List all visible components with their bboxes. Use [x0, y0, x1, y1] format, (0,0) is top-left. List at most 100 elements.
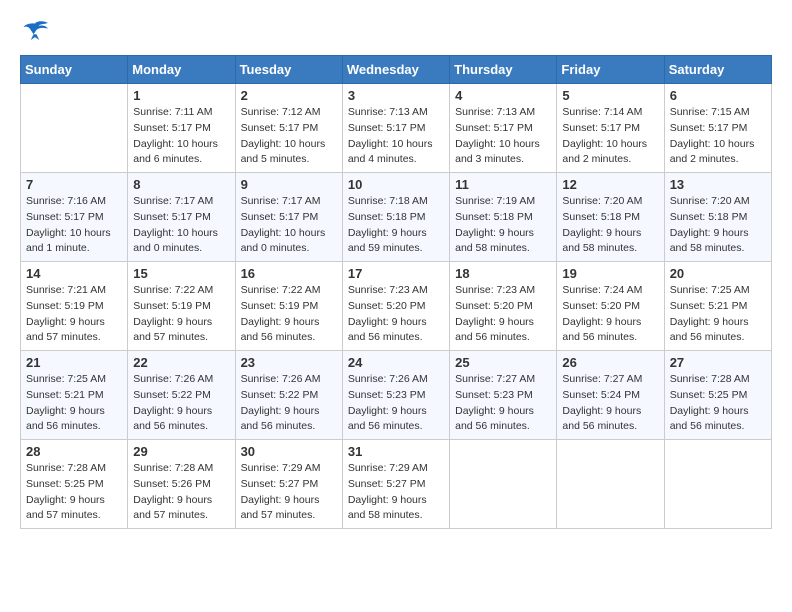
- calendar-cell: 16 Sunrise: 7:22 AMSunset: 5:19 PMDayligh…: [235, 262, 342, 351]
- day-number: 22: [133, 355, 229, 370]
- calendar-cell: 31Sunrise: 7:29 AMSunset: 5:27 PMDayligh…: [342, 440, 449, 529]
- day-of-week-header: Tuesday: [235, 56, 342, 84]
- day-number: 17: [348, 266, 444, 281]
- day-info: Sunrise: 7:26 AMSunset: 5:23 PMDaylight:…: [348, 372, 444, 435]
- calendar-cell: 9Sunrise: 7:17 AMSunset: 5:17 PMDaylight…: [235, 173, 342, 262]
- calendar-cell: 21 Sunrise: 7:25 AMSunset: 5:21 PMDayligh…: [21, 351, 128, 440]
- calendar-cell: 11 Sunrise: 7:19 AMSunset: 5:18 PMDayligh…: [450, 173, 557, 262]
- calendar-cell: 22 Sunrise: 7:26 AMSunset: 5:22 PMDayligh…: [128, 351, 235, 440]
- calendar-cell: 23 Sunrise: 7:26 AMSunset: 5:22 PMDayligh…: [235, 351, 342, 440]
- day-number: 28: [26, 444, 122, 459]
- day-number: 20: [670, 266, 766, 281]
- day-number: 30: [241, 444, 337, 459]
- calendar-cell: 1Sunrise: 7:11 AMSunset: 5:17 PMDaylight…: [128, 84, 235, 173]
- day-info: Sunrise: 7:28 AMSunset: 5:25 PMDaylight:…: [26, 461, 122, 524]
- day-number: 25: [455, 355, 551, 370]
- day-number: 4: [455, 88, 551, 103]
- calendar-week-row: 21 Sunrise: 7:25 AMSunset: 5:21 PMDayligh…: [21, 351, 772, 440]
- calendar-week-row: 28 Sunrise: 7:28 AMSunset: 5:25 PMDayligh…: [21, 440, 772, 529]
- day-number: 24: [348, 355, 444, 370]
- day-number: 14: [26, 266, 122, 281]
- day-info: Sunrise: 7:28 AMSunset: 5:26 PMDaylight:…: [133, 461, 229, 524]
- calendar-cell: 19 Sunrise: 7:24 AMSunset: 5:20 PMDayligh…: [557, 262, 664, 351]
- day-info: Sunrise: 7:19 AMSunset: 5:18 PMDaylight:…: [455, 194, 551, 257]
- day-of-week-header: Sunday: [21, 56, 128, 84]
- calendar-cell: 29 Sunrise: 7:28 AMSunset: 5:26 PMDayligh…: [128, 440, 235, 529]
- day-info: Sunrise: 7:15 AMSunset: 5:17 PMDaylight:…: [670, 105, 766, 168]
- calendar-header-row: SundayMondayTuesdayWednesdayThursdayFrid…: [21, 56, 772, 84]
- day-number: 2: [241, 88, 337, 103]
- day-of-week-header: Friday: [557, 56, 664, 84]
- day-number: 21: [26, 355, 122, 370]
- calendar-cell: 3 Sunrise: 7:13 AMSunset: 5:17 PMDaylight…: [342, 84, 449, 173]
- logo: [20, 20, 54, 45]
- day-info: Sunrise: 7:21 AMSunset: 5:19 PMDaylight:…: [26, 283, 122, 346]
- calendar-cell: [21, 84, 128, 173]
- calendar-cell: [557, 440, 664, 529]
- day-number: 16: [241, 266, 337, 281]
- calendar-cell: 30 Sunrise: 7:29 AMSunset: 5:27 PMDayligh…: [235, 440, 342, 529]
- calendar-cell: 15Sunrise: 7:22 AMSunset: 5:19 PMDayligh…: [128, 262, 235, 351]
- day-info: Sunrise: 7:27 AMSunset: 5:24 PMDaylight:…: [562, 372, 658, 435]
- day-info: Sunrise: 7:23 AMSunset: 5:20 PMDaylight:…: [455, 283, 551, 346]
- day-number: 13: [670, 177, 766, 192]
- day-of-week-header: Thursday: [450, 56, 557, 84]
- day-info: Sunrise: 7:27 AMSunset: 5:23 PMDaylight:…: [455, 372, 551, 435]
- calendar-cell: 14 Sunrise: 7:21 AMSunset: 5:19 PMDayligh…: [21, 262, 128, 351]
- day-info: Sunrise: 7:22 AMSunset: 5:19 PMDaylight:…: [241, 283, 337, 346]
- logo-bird-icon: [20, 20, 50, 45]
- day-info: Sunrise: 7:25 AMSunset: 5:21 PMDaylight:…: [26, 372, 122, 435]
- day-of-week-header: Wednesday: [342, 56, 449, 84]
- calendar-cell: 20 Sunrise: 7:25 AMSunset: 5:21 PMDayligh…: [664, 262, 771, 351]
- calendar-table: SundayMondayTuesdayWednesdayThursdayFrid…: [20, 55, 772, 529]
- day-info: Sunrise: 7:18 AMSunset: 5:18 PMDaylight:…: [348, 194, 444, 257]
- day-number: 10: [348, 177, 444, 192]
- day-info: Sunrise: 7:23 AMSunset: 5:20 PMDaylight:…: [348, 283, 444, 346]
- day-info: Sunrise: 7:29 AMSunset: 5:27 PMDaylight:…: [241, 461, 337, 524]
- day-number: 29: [133, 444, 229, 459]
- day-info: Sunrise: 7:13 AMSunset: 5:17 PMDaylight:…: [455, 105, 551, 168]
- calendar-cell: 6 Sunrise: 7:15 AMSunset: 5:17 PMDaylight…: [664, 84, 771, 173]
- calendar-cell: 28 Sunrise: 7:28 AMSunset: 5:25 PMDayligh…: [21, 440, 128, 529]
- day-info: Sunrise: 7:13 AMSunset: 5:17 PMDaylight:…: [348, 105, 444, 168]
- day-info: Sunrise: 7:12 AMSunset: 5:17 PMDaylight:…: [241, 105, 337, 168]
- day-number: 9: [241, 177, 337, 192]
- calendar-cell: 12 Sunrise: 7:20 AMSunset: 5:18 PMDayligh…: [557, 173, 664, 262]
- day-number: 31: [348, 444, 444, 459]
- calendar-cell: [450, 440, 557, 529]
- day-of-week-header: Monday: [128, 56, 235, 84]
- day-number: 6: [670, 88, 766, 103]
- calendar-cell: 24 Sunrise: 7:26 AMSunset: 5:23 PMDayligh…: [342, 351, 449, 440]
- day-info: Sunrise: 7:24 AMSunset: 5:20 PMDaylight:…: [562, 283, 658, 346]
- day-number: 26: [562, 355, 658, 370]
- calendar-cell: [664, 440, 771, 529]
- calendar-cell: 25 Sunrise: 7:27 AMSunset: 5:23 PMDayligh…: [450, 351, 557, 440]
- calendar-cell: 13 Sunrise: 7:20 AMSunset: 5:18 PMDayligh…: [664, 173, 771, 262]
- calendar-cell: 27 Sunrise: 7:28 AMSunset: 5:25 PMDayligh…: [664, 351, 771, 440]
- day-info: Sunrise: 7:26 AMSunset: 5:22 PMDaylight:…: [241, 372, 337, 435]
- day-of-week-header: Saturday: [664, 56, 771, 84]
- day-number: 23: [241, 355, 337, 370]
- day-number: 11: [455, 177, 551, 192]
- day-number: 27: [670, 355, 766, 370]
- day-info: Sunrise: 7:16 AMSunset: 5:17 PMDaylight:…: [26, 194, 122, 257]
- day-info: Sunrise: 7:20 AMSunset: 5:18 PMDaylight:…: [562, 194, 658, 257]
- calendar-cell: 5Sunrise: 7:14 AMSunset: 5:17 PMDaylight…: [557, 84, 664, 173]
- day-info: Sunrise: 7:11 AMSunset: 5:17 PMDaylight:…: [133, 105, 229, 168]
- day-number: 3: [348, 88, 444, 103]
- calendar-cell: 8Sunrise: 7:17 AMSunset: 5:17 PMDaylight…: [128, 173, 235, 262]
- calendar-week-row: 1Sunrise: 7:11 AMSunset: 5:17 PMDaylight…: [21, 84, 772, 173]
- day-number: 19: [562, 266, 658, 281]
- calendar-cell: 10 Sunrise: 7:18 AMSunset: 5:18 PMDayligh…: [342, 173, 449, 262]
- day-info: Sunrise: 7:20 AMSunset: 5:18 PMDaylight:…: [670, 194, 766, 257]
- day-number: 12: [562, 177, 658, 192]
- day-number: 15: [133, 266, 229, 281]
- calendar-week-row: 7 Sunrise: 7:16 AMSunset: 5:17 PMDaylight…: [21, 173, 772, 262]
- day-info: Sunrise: 7:26 AMSunset: 5:22 PMDaylight:…: [133, 372, 229, 435]
- day-number: 7: [26, 177, 122, 192]
- calendar-cell: 26 Sunrise: 7:27 AMSunset: 5:24 PMDayligh…: [557, 351, 664, 440]
- day-info: Sunrise: 7:14 AMSunset: 5:17 PMDaylight:…: [562, 105, 658, 168]
- day-info: Sunrise: 7:28 AMSunset: 5:25 PMDaylight:…: [670, 372, 766, 435]
- day-info: Sunrise: 7:25 AMSunset: 5:21 PMDaylight:…: [670, 283, 766, 346]
- calendar-cell: 17 Sunrise: 7:23 AMSunset: 5:20 PMDayligh…: [342, 262, 449, 351]
